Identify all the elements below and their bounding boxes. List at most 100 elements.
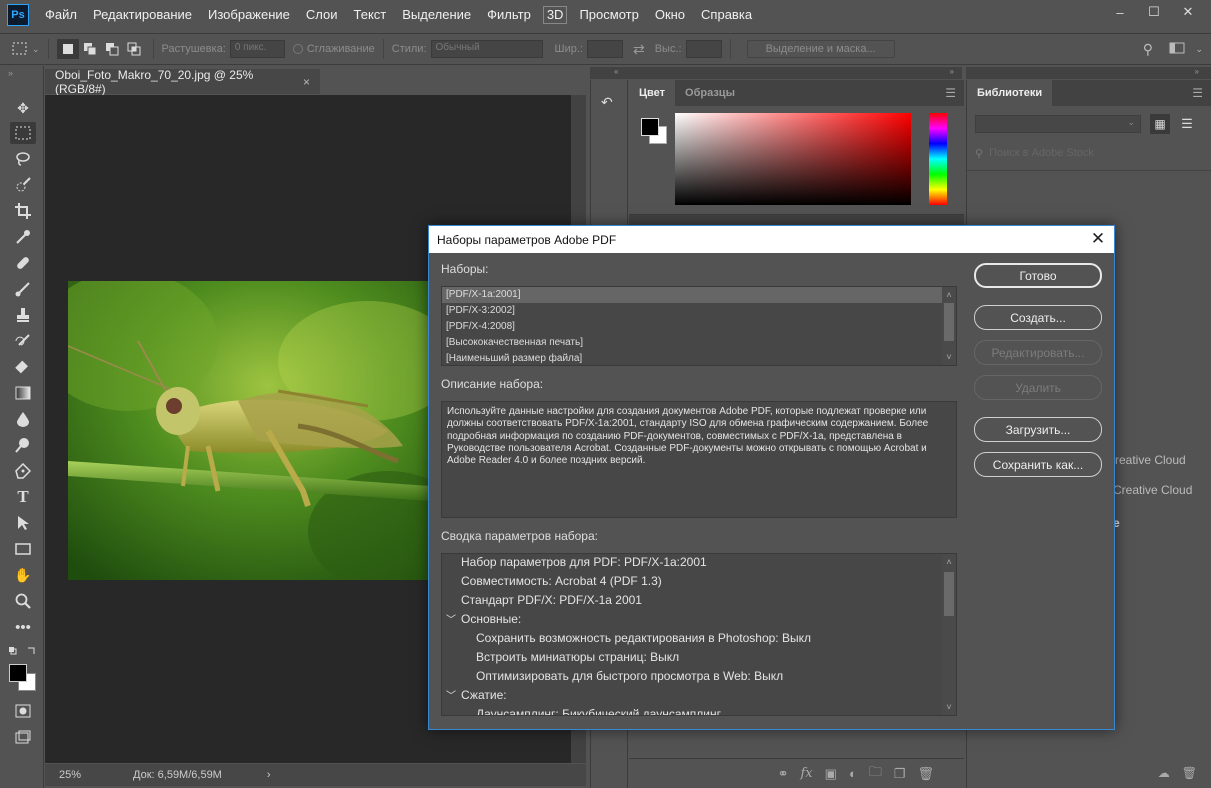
list-view-icon[interactable]: ☰ (1177, 114, 1197, 134)
eyedropper-tool-icon[interactable] (10, 226, 36, 248)
zoom-level[interactable]: 25% (59, 769, 81, 781)
screen-mode-icon[interactable] (10, 726, 36, 748)
expand-icon[interactable]: « (614, 67, 618, 76)
stock-search-input[interactable]: Поиск в Adobe Stock (989, 147, 1094, 159)
search-icon[interactable]: ⚲ (1143, 41, 1153, 58)
intersect-selection-icon[interactable] (123, 39, 145, 59)
brush-tool-icon[interactable] (10, 278, 36, 300)
adjustment-icon[interactable]: ◐ (849, 766, 857, 781)
panel-menu-icon[interactable]: ☰ (945, 80, 956, 106)
menu-filter[interactable]: Фильтр (479, 0, 539, 30)
clone-stamp-tool-icon[interactable] (10, 304, 36, 326)
close-window-icon[interactable]: ✕ (1171, 2, 1205, 22)
foreground-color-swatch[interactable] (9, 664, 27, 682)
close-tab-icon[interactable]: × (303, 75, 310, 89)
cloud-sync-icon[interactable]: ☁ (1158, 766, 1170, 780)
marquee-preset-icon[interactable] (10, 39, 32, 59)
summary-section[interactable]: ﹀ Основные: (442, 611, 956, 630)
chevron-down-icon[interactable]: ﹀ (446, 688, 461, 705)
tab-color[interactable]: Цвет (629, 80, 676, 106)
antialias-checkbox[interactable] (292, 44, 303, 54)
presets-list[interactable]: [PDF/X-1a:2001] [PDF/X-3:2002] [PDF/X-4:… (441, 286, 957, 366)
summary-scrollbar[interactable]: ˄ ˅ (942, 554, 956, 715)
document-tab[interactable]: Oboi_Foto_Makro_70_20.jpg @ 25% (RGB/8#)… (45, 68, 320, 96)
preset-item[interactable]: [PDF/X-4:2008] (442, 319, 956, 335)
hue-slider[interactable] (929, 113, 947, 205)
select-and-mask-button[interactable]: Выделение и маска... (746, 40, 895, 58)
presets-scrollbar[interactable]: ˄ ˅ (942, 287, 956, 365)
menu-edit[interactable]: Редактирование (85, 0, 200, 30)
tab-swatches[interactable]: Образцы (675, 80, 745, 106)
chevron-down-icon[interactable]: ⌄ (1195, 44, 1203, 55)
summary-list[interactable]: Набор параметров для PDF: PDF/X-1a:2001 … (441, 553, 957, 716)
panel-collapse-strip[interactable]: » (966, 67, 1211, 79)
fx-icon[interactable]: fx (801, 766, 813, 781)
photoshop-logo[interactable]: Ps (7, 4, 29, 26)
chevron-down-icon[interactable]: ⌄ (32, 44, 40, 55)
zoom-tool-icon[interactable] (10, 590, 36, 612)
chevron-down-icon[interactable]: ﹀ (446, 612, 461, 629)
close-icon[interactable]: ✕ (1088, 229, 1108, 249)
quick-select-tool-icon[interactable] (10, 174, 36, 196)
scroll-down-icon[interactable]: ˅ (942, 701, 956, 713)
marquee-tool-icon[interactable] (10, 122, 36, 144)
edit-button[interactable]: Редактировать... (974, 340, 1102, 365)
minimize-icon[interactable]: – (1103, 2, 1137, 22)
type-tool-icon[interactable]: T (10, 486, 36, 508)
menu-image[interactable]: Изображение (200, 0, 298, 30)
menu-3d[interactable]: 3D (542, 6, 568, 24)
link-icon[interactable]: ⚭ (778, 766, 789, 782)
collapse-icon[interactable]: » (8, 68, 13, 78)
menu-window[interactable]: Окно (647, 0, 693, 30)
create-button[interactable]: Создать... (974, 305, 1102, 330)
history-brush-tool-icon[interactable] (10, 330, 36, 352)
scroll-up-icon[interactable]: ˄ (942, 556, 956, 568)
summary-section[interactable]: ﹀ Сжатие: (442, 687, 956, 706)
scroll-down-icon[interactable]: ˅ (942, 351, 956, 363)
menu-file[interactable]: Файл (37, 0, 85, 30)
menu-select[interactable]: Выделение (394, 0, 479, 30)
menu-view[interactable]: Просмотр (571, 0, 646, 30)
new-layer-icon[interactable]: ❐ (894, 766, 906, 782)
height-input[interactable] (685, 40, 722, 58)
trash-icon[interactable]: 🗑 (917, 766, 934, 782)
panel-menu-icon[interactable]: ☰ (1192, 80, 1203, 106)
move-tool-icon[interactable]: ✥ (10, 97, 36, 119)
load-button[interactable]: Загрузить... (974, 417, 1102, 442)
width-input[interactable] (586, 40, 623, 58)
eraser-tool-icon[interactable] (10, 356, 36, 378)
workspace-icon[interactable] (1169, 42, 1185, 57)
preset-item[interactable]: [Высококачественная печать] (442, 335, 956, 351)
more-tools-icon[interactable]: ••• (10, 616, 36, 638)
foreground-color-swatch[interactable] (641, 118, 659, 136)
crop-tool-icon[interactable] (10, 200, 36, 222)
folder-icon[interactable]: 🗀 (869, 763, 882, 785)
library-select[interactable]: ⌄ (975, 115, 1141, 133)
preset-item[interactable]: [Наименьший размер файла] (442, 351, 956, 367)
collapse-icon[interactable]: » (1195, 67, 1199, 76)
hand-tool-icon[interactable]: ✋ (10, 564, 36, 586)
preset-item[interactable]: [PDF/X-3:2002] (442, 303, 956, 319)
feather-input[interactable]: 0 пикс. (229, 40, 285, 58)
tab-libraries[interactable]: Библиотеки (967, 80, 1053, 106)
chevron-right-icon[interactable]: › (267, 769, 271, 781)
grid-view-icon[interactable]: ▦ (1150, 114, 1170, 134)
add-selection-icon[interactable] (79, 39, 101, 59)
quick-mask-icon[interactable] (10, 700, 36, 722)
history-panel-icon[interactable]: ↶ (601, 94, 613, 111)
maximize-icon[interactable]: ☐ (1137, 2, 1171, 22)
new-selection-icon[interactable] (56, 39, 79, 59)
blur-tool-icon[interactable] (10, 408, 36, 430)
dialog-title-bar[interactable]: Наборы параметров Adobe PDF (429, 226, 1114, 253)
panel-collapse-strip[interactable]: « » (590, 67, 962, 79)
swap-colors-icon[interactable] (8, 646, 38, 658)
swap-icon[interactable]: ⇄ (633, 41, 645, 58)
scroll-up-icon[interactable]: ˄ (942, 289, 956, 301)
lasso-tool-icon[interactable] (10, 148, 36, 170)
preset-item[interactable]: [PDF/X-1a:2001] (442, 287, 956, 303)
healing-brush-tool-icon[interactable] (10, 252, 36, 274)
style-select[interactable]: Обычный (430, 40, 543, 58)
trash-icon[interactable]: 🗑 (1182, 766, 1197, 780)
collapse-icon[interactable]: » (950, 67, 954, 76)
subtract-selection-icon[interactable] (101, 39, 123, 59)
